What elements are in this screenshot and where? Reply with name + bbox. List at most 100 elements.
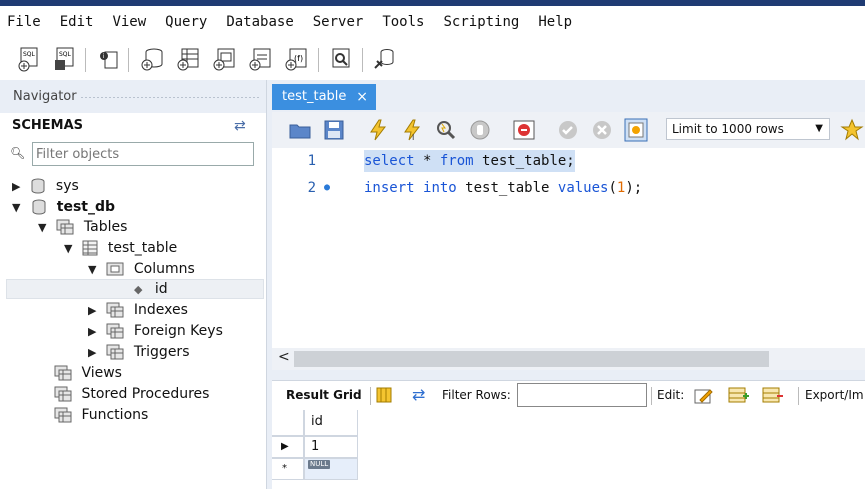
create-table-icon[interactable] [176, 46, 202, 72]
editor-horizontal-scrollbar[interactable]: < [272, 348, 865, 370]
column-header-id[interactable]: id [304, 410, 358, 436]
collapse-arrow-icon[interactable]: ▼ [64, 239, 78, 259]
svg-text:SQL: SQL [23, 51, 36, 58]
statement-marker-icon: ● [324, 182, 331, 193]
result-toolbar: Result Grid ⇄ Filter Rows: Edit: Export/… [272, 380, 865, 411]
create-function-icon[interactable]: (f) [284, 46, 310, 72]
navigator-grip[interactable] [80, 96, 260, 99]
limit-rows-value: Limit to 1000 rows [672, 122, 784, 136]
menu-scripting[interactable]: Scripting [443, 14, 519, 30]
reconnect-icon[interactable] [372, 46, 398, 72]
menu-server[interactable]: Server [313, 14, 364, 30]
form-editor-icon[interactable] [376, 387, 392, 403]
collapse-arrow-icon[interactable]: ▼ [38, 218, 52, 238]
views-folder-icon [54, 365, 72, 381]
close-icon[interactable]: × [356, 84, 368, 110]
tree-item-label: Foreign Keys [133, 323, 223, 339]
stop-icon[interactable] [468, 118, 492, 142]
commit-icon[interactable] [556, 118, 580, 142]
tree-item-test-db[interactable]: ▼ test_db [12, 197, 115, 217]
filter-objects-input[interactable] [32, 142, 254, 166]
menu-tools[interactable]: Tools [382, 14, 424, 30]
foreign-keys-folder-icon [106, 323, 124, 339]
tree-item-functions[interactable]: Functions [54, 405, 148, 425]
expand-arrow-icon[interactable]: ▶ [12, 177, 26, 197]
null-badge: NULL [308, 460, 331, 469]
tree-item-columns[interactable]: ▼ Columns [88, 259, 195, 279]
create-procedure-icon[interactable] [248, 46, 274, 72]
toggle-stop-on-error-icon[interactable] [512, 118, 536, 142]
expand-arrow-icon[interactable]: ▶ [88, 322, 102, 342]
tab-test-table[interactable]: test_table × [272, 84, 376, 110]
tree-item-label: Views [81, 365, 122, 381]
rollback-icon[interactable] [590, 118, 614, 142]
menu-edit[interactable]: Edit [60, 14, 94, 30]
navigator-title: Navigator [13, 89, 77, 104]
tree-item-views[interactable]: Views [54, 363, 122, 383]
tree-item-tables[interactable]: ▼ Tables [38, 217, 127, 237]
tree-item-label: test_db [56, 199, 116, 215]
edit-current-row-icon[interactable] [694, 386, 714, 404]
open-folder-icon[interactable] [288, 118, 312, 142]
grid-corner [272, 410, 304, 436]
menu-bar: File Edit View Query Database Server Too… [0, 0, 865, 40]
execute-icon[interactable] [366, 118, 390, 142]
collapse-arrow-icon[interactable]: ▼ [88, 260, 102, 280]
search-table-data-icon[interactable] [328, 46, 354, 72]
inspector-icon[interactable]: i [96, 46, 122, 72]
limit-rows-select[interactable]: Limit to 1000 rows ▼ [666, 118, 830, 140]
navigator-header: Navigator [0, 80, 266, 113]
triggers-folder-icon [106, 344, 124, 360]
refresh-schemas-icon[interactable]: ⇄ [234, 118, 246, 134]
tree-item-test-table[interactable]: ▼ test_table [64, 238, 177, 258]
menu-view[interactable]: View [112, 14, 146, 30]
new-sql-tab-icon[interactable]: SQL [16, 46, 42, 72]
tables-folder-icon [56, 219, 74, 235]
filter-rows-input[interactable] [517, 383, 647, 407]
open-sql-script-icon[interactable]: SQL [52, 46, 78, 72]
expand-arrow-icon[interactable]: ▶ [88, 343, 102, 363]
menu-query[interactable]: Query [165, 14, 207, 30]
export-import-label[interactable]: Export/Im [805, 388, 864, 402]
table-cell[interactable]: 1 [304, 436, 358, 458]
create-view-icon[interactable] [212, 46, 238, 72]
indexes-folder-icon [106, 302, 124, 318]
explain-icon[interactable] [434, 118, 458, 142]
code-line: 2 ● insert into test_table values(1); [272, 177, 865, 199]
insert-row-icon[interactable] [728, 386, 750, 404]
tree-item-indexes[interactable]: ▶ Indexes [88, 300, 188, 320]
chevron-down-icon: ▼ [815, 123, 823, 134]
scroll-left-icon[interactable]: < [278, 349, 290, 365]
beautify-star-icon[interactable] [840, 118, 864, 142]
delete-row-icon[interactable] [762, 386, 784, 404]
result-grid: id ▶ 1 * NULL [272, 410, 865, 489]
table-icon [82, 240, 98, 256]
autocommit-toggle-icon[interactable] [624, 118, 648, 142]
line-number: 2 [307, 180, 316, 196]
result-grid-tab[interactable]: Result Grid [286, 388, 362, 402]
save-icon[interactable] [322, 118, 346, 142]
create-schema-icon[interactable] [140, 46, 166, 72]
tab-label: test_table [282, 89, 347, 104]
execute-current-icon[interactable]: I [400, 118, 424, 142]
tree-item-label: sys [55, 178, 79, 194]
refresh-icon[interactable]: ⇄ [412, 385, 425, 404]
menu-help[interactable]: Help [538, 14, 572, 30]
svg-text:SQL: SQL [59, 51, 72, 58]
tree-item-triggers[interactable]: ▶ Triggers [88, 342, 189, 362]
tree-item-label: test_table [107, 240, 178, 256]
new-row-asterisk-icon: * [272, 458, 304, 480]
tree-item-id[interactable]: ◆ id [134, 279, 168, 299]
database-icon [31, 178, 45, 194]
tree-item-stored-procedures[interactable]: Stored Procedures [54, 384, 209, 404]
menu-database[interactable]: Database [226, 14, 293, 30]
table-cell-new[interactable]: NULL [304, 458, 358, 480]
sql-editor[interactable]: 1 select * from test_table; 2 ● insert i… [272, 148, 865, 348]
menu-file[interactable]: File [7, 14, 41, 30]
scrollbar-thumb[interactable] [294, 351, 769, 367]
search-icon: 🔍︎ [10, 146, 26, 160]
collapse-arrow-icon[interactable]: ▼ [12, 198, 26, 218]
tree-item-foreign-keys[interactable]: ▶ Foreign Keys [88, 321, 223, 341]
tree-item-sys[interactable]: ▶ sys [12, 176, 79, 196]
expand-arrow-icon[interactable]: ▶ [88, 301, 102, 321]
